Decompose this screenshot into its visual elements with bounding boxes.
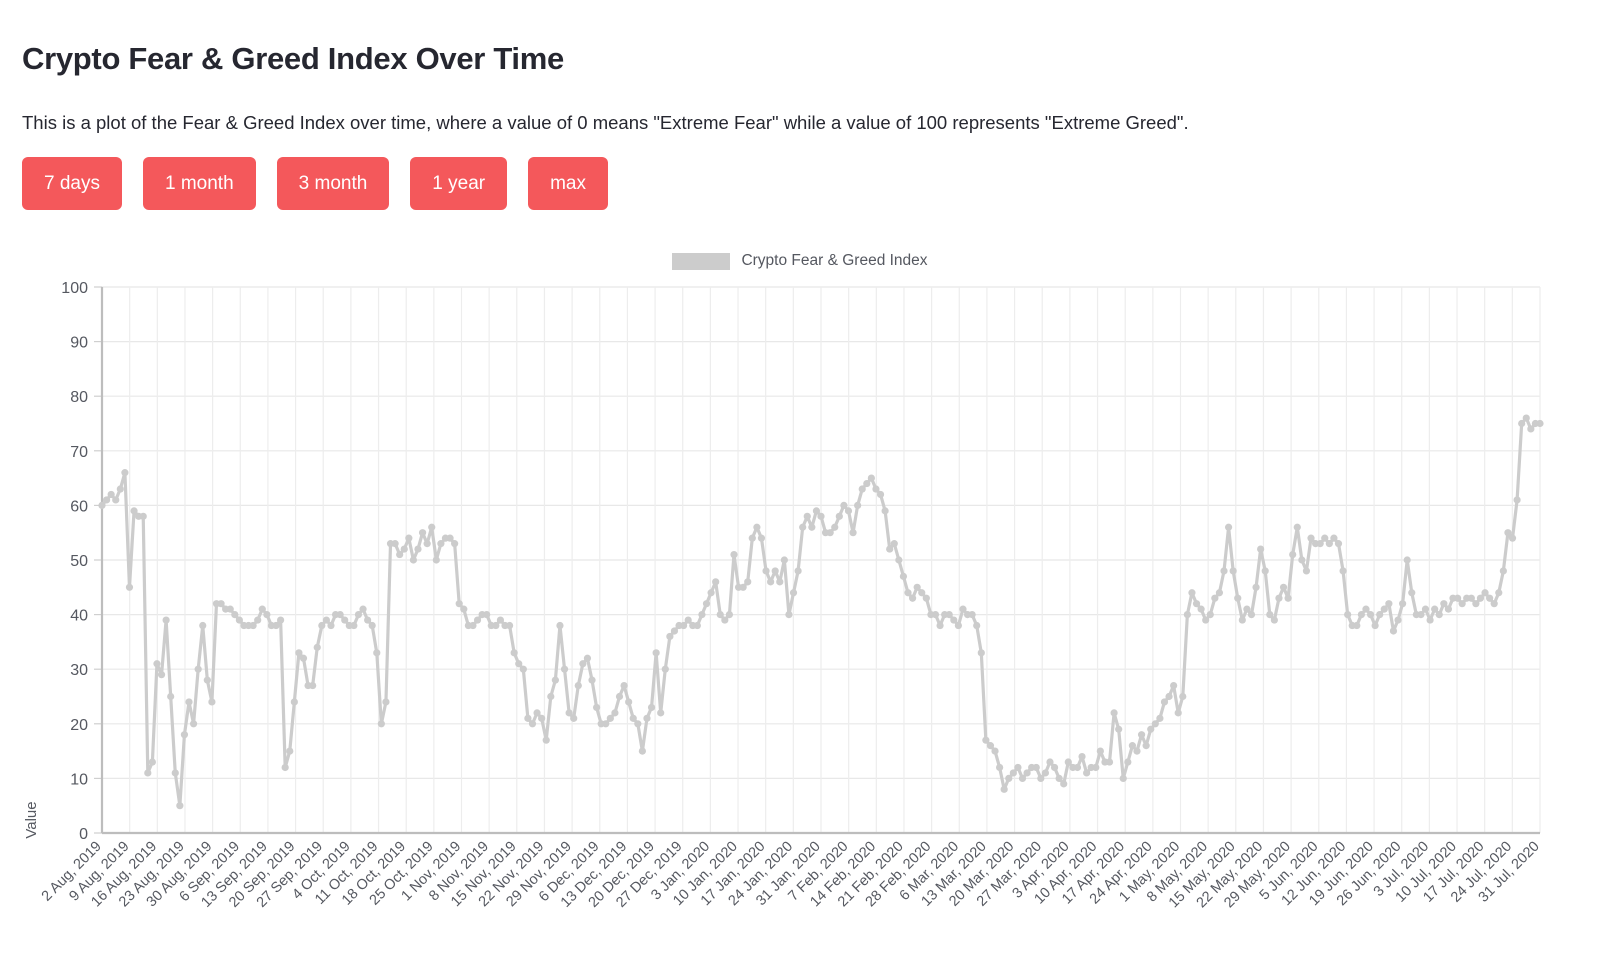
svg-text:40: 40 xyxy=(70,608,88,625)
x-axis-ticks: 2 Aug, 20199 Aug, 201916 Aug, 201923 Aug… xyxy=(39,839,1543,912)
range-button-3-month[interactable]: 3 month xyxy=(276,157,390,210)
range-button-1-year[interactable]: 1 year xyxy=(410,157,508,210)
svg-text:80: 80 xyxy=(70,389,88,406)
svg-text:20: 20 xyxy=(70,717,88,734)
line-chart-svg: 0 10 20 30 40 50 60 70 80 90 100 2 Aug, 20199 Aug,… xyxy=(23,280,1544,912)
svg-text:70: 70 xyxy=(70,444,88,461)
y-axis-ticks: 0 10 20 30 40 50 60 70 80 90 100 xyxy=(61,280,88,843)
page-title: Crypto Fear & Greed Index Over Time xyxy=(22,40,564,76)
page-subtitle: This is a plot of the Fear & Greed Index… xyxy=(22,111,1189,133)
y-axis-title: Value xyxy=(23,801,40,838)
svg-text:100: 100 xyxy=(61,280,88,297)
fear-greed-page: Crypto Fear & Greed Index Over Time This… xyxy=(0,0,1600,973)
svg-text:0: 0 xyxy=(79,826,88,843)
svg-text:30: 30 xyxy=(70,662,88,679)
range-button-group: 7 days 1 month 3 month 1 year max xyxy=(22,157,609,210)
svg-text:90: 90 xyxy=(70,335,88,352)
range-button-7-days[interactable]: 7 days xyxy=(22,157,122,210)
svg-text:50: 50 xyxy=(70,553,88,570)
range-button-1-month[interactable]: 1 month xyxy=(142,157,256,210)
svg-text:60: 60 xyxy=(70,498,88,515)
range-button-max[interactable]: max xyxy=(528,157,609,210)
chart-container: Crypto Fear & Greed Index 0 10 20 30 40 50 60 7… xyxy=(0,240,1600,973)
chart-gridlines xyxy=(94,286,1541,834)
svg-text:10: 10 xyxy=(70,771,88,788)
